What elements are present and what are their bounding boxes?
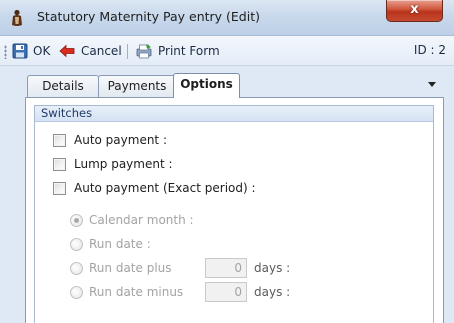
cancel-button[interactable]: Cancel — [59, 42, 122, 60]
app-person-icon — [12, 9, 22, 26]
auto-payment-exact-checkbox[interactable] — [53, 181, 66, 195]
print-form-button[interactable]: Print Form — [135, 42, 220, 60]
run-date-plus-radio — [70, 261, 83, 275]
calendar-month-radio — [70, 213, 83, 227]
print-form-icon — [136, 44, 152, 59]
run-date-minus-radio — [70, 285, 83, 299]
tab-details[interactable]: Details — [27, 75, 99, 97]
run-date-row: Run date : — [70, 236, 151, 252]
tab-options[interactable]: Options — [173, 73, 240, 98]
auto-payment-label: Auto payment : — [74, 133, 167, 147]
lump-payment-row[interactable]: Lump payment : — [53, 156, 173, 172]
record-id-label: ID : 2 — [413, 43, 446, 57]
tab-strip: Details Payments Options — [0, 67, 454, 98]
run-date-minus-days-label: days : — [254, 285, 291, 299]
options-panel: Switches Auto payment : Lump payment : A… — [25, 97, 444, 323]
lump-payment-label: Lump payment : — [74, 157, 173, 171]
auto-payment-checkbox[interactable] — [53, 133, 66, 147]
run-date-label: Run date : — [89, 237, 151, 251]
run-date-minus-label: Run date minus — [89, 285, 184, 299]
tab-options-label: Options — [180, 77, 233, 91]
switches-group-title: Switches — [35, 106, 433, 122]
auto-payment-exact-row[interactable]: Auto payment (Exact period) : — [53, 180, 256, 196]
auto-payment-exact-label: Auto payment (Exact period) : — [74, 181, 256, 195]
auto-payment-row[interactable]: Auto payment : — [53, 132, 167, 148]
tab-overflow-chevron-down-icon[interactable] — [428, 82, 436, 87]
run-date-minus-row: Run date minus — [70, 284, 183, 300]
close-button[interactable]: x — [386, 0, 443, 22]
lump-payment-checkbox[interactable] — [53, 157, 66, 171]
calendar-month-row: Calendar month : — [70, 212, 194, 228]
toolbar-separator — [127, 44, 128, 59]
switches-group: Switches Auto payment : Lump payment : A… — [34, 105, 434, 323]
run-date-minus-input: 0 — [205, 282, 247, 302]
ok-button[interactable]: OK — [12, 42, 50, 60]
run-date-plus-label: Run date plus — [89, 261, 172, 275]
tab-payments[interactable]: Payments — [98, 75, 176, 97]
save-icon — [12, 43, 28, 59]
run-date-radio — [70, 237, 83, 251]
run-date-plus-input: 0 — [205, 258, 247, 278]
back-arrow-icon — [59, 44, 75, 58]
window-title: Statutory Maternity Pay entry (Edit) — [37, 9, 260, 24]
toolbar: OK Cancel Print Form ID : 2 — [0, 36, 454, 66]
title-bar[interactable]: Statutory Maternity Pay entry (Edit) x — [0, 0, 454, 36]
cancel-label: Cancel — [81, 44, 122, 58]
run-date-plus-row: Run date plus — [70, 260, 172, 276]
maternity-pay-window: Statutory Maternity Pay entry (Edit) x O… — [0, 0, 454, 323]
run-date-plus-days-label: days : — [254, 261, 291, 275]
tab-payments-label: Payments — [107, 79, 167, 93]
print-form-label: Print Form — [158, 44, 220, 58]
tab-details-label: Details — [42, 79, 84, 93]
toolbar-grip[interactable] — [4, 45, 7, 59]
close-icon: x — [410, 2, 419, 17]
ok-label: OK — [33, 44, 51, 58]
calendar-month-label: Calendar month : — [89, 213, 194, 227]
